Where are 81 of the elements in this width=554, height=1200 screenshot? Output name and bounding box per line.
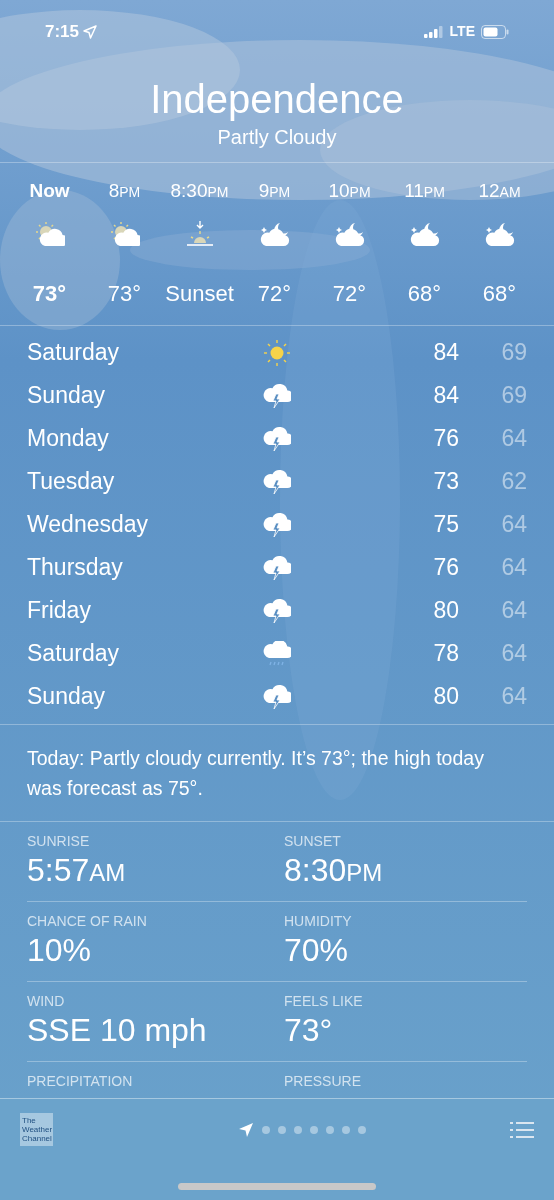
hour-temperature: 72° <box>332 280 367 308</box>
detail-label: PRESSURE <box>284 1072 363 1090</box>
high-temperature: 75 <box>432 510 459 540</box>
partly-cloudy-icon <box>109 221 140 247</box>
battery-icon <box>481 24 509 39</box>
city-name: Independence <box>150 76 404 123</box>
network-type: LTE <box>449 22 475 41</box>
day-name: Sunday <box>27 682 106 712</box>
detail-value: 8:30PM <box>284 851 384 890</box>
high-temperature: 80 <box>432 682 459 712</box>
hour-label: 12AM <box>478 179 521 201</box>
day-name: Friday <box>27 596 92 626</box>
thunderstorm-icon <box>263 554 291 581</box>
hour-temperature: 68° <box>407 280 442 308</box>
detail-value: 10% <box>27 931 93 970</box>
hour-label: 9PM <box>258 179 291 201</box>
thunderstorm-icon <box>263 597 291 624</box>
detail-label: PRECIPITATION <box>27 1072 134 1090</box>
thunderstorm-icon <box>263 468 291 495</box>
high-temperature: 76 <box>432 424 459 454</box>
high-temperature: 84 <box>432 338 459 368</box>
sun-icon <box>263 338 291 367</box>
high-temperature: 78 <box>432 639 459 669</box>
low-temperature: 64 <box>500 639 527 669</box>
detail-value: 70% <box>284 931 350 970</box>
cloudy-night-icon <box>259 221 290 247</box>
low-temperature: 69 <box>500 338 527 368</box>
low-temperature: 64 <box>500 424 527 454</box>
low-temperature: 64 <box>500 596 527 626</box>
detail-label: CHANCE OF RAIN <box>27 912 148 930</box>
hour-label: 8PM <box>108 179 141 201</box>
day-name: Monday <box>27 424 110 454</box>
day-name: Saturday <box>27 338 121 368</box>
forecast-summary: Today: Partly cloudy currently. It’s 73°; the high today was forecast as 75°. <box>26 746 485 801</box>
low-temperature: 64 <box>500 682 527 712</box>
hour-label: 8:30PM <box>170 179 229 201</box>
detail-label: HUMIDITY <box>284 912 353 930</box>
weather-channel-logo[interactable]: The Weather Channel <box>20 1113 53 1146</box>
thunderstorm-icon <box>263 683 291 710</box>
cloudy-night-icon <box>484 221 515 247</box>
detail-label: WIND <box>27 992 66 1010</box>
hour-label: 10PM <box>328 179 371 201</box>
day-name: Wednesday <box>27 510 150 540</box>
high-temperature: 73 <box>432 467 459 497</box>
rain-cloud-icon <box>263 640 291 667</box>
cloudy-night-icon <box>334 221 365 247</box>
hour-temperature: 68° <box>482 280 517 308</box>
high-temperature: 76 <box>432 553 459 583</box>
low-temperature: 62 <box>500 467 527 497</box>
detail-label: SUNRISE <box>27 832 91 850</box>
hour-temperature: 73° <box>32 280 67 308</box>
signal-icon <box>423 25 444 38</box>
thunderstorm-icon <box>263 382 291 409</box>
detail-value: SSE 10 mph <box>27 1011 208 1050</box>
day-name: Sunday <box>27 381 106 411</box>
hour-label: 11PM <box>404 179 445 201</box>
partly-cloudy-icon <box>34 221 65 247</box>
cloudy-night-icon <box>409 221 440 247</box>
high-temperature: 80 <box>432 596 459 626</box>
low-temperature: 64 <box>500 510 527 540</box>
detail-label: SUNSET <box>284 832 342 850</box>
location-arrow-icon <box>83 24 98 39</box>
detail-label: FEELS LIKE <box>284 992 364 1010</box>
hour-label: Now <box>29 179 70 201</box>
hour-temperature: Sunset <box>165 280 234 308</box>
detail-value: 73° <box>284 1011 334 1050</box>
detail-value: 5:57AM <box>27 851 127 890</box>
low-temperature: 69 <box>500 381 527 411</box>
location-arrow-icon[interactable] <box>237 1121 254 1138</box>
condition-text: Partly Cloudy <box>217 125 337 150</box>
hour-temperature: 73° <box>107 280 142 308</box>
high-temperature: 84 <box>432 381 459 411</box>
thunderstorm-icon <box>263 425 291 452</box>
status-time: 7:15 <box>45 20 80 43</box>
thunderstorm-icon <box>263 511 291 538</box>
day-name: Tuesday <box>27 467 116 497</box>
hour-temperature: 72° <box>257 280 292 308</box>
low-temperature: 64 <box>500 553 527 583</box>
day-name: Saturday <box>27 639 121 669</box>
day-name: Thursday <box>27 553 124 583</box>
list-icon[interactable] <box>510 1120 534 1139</box>
